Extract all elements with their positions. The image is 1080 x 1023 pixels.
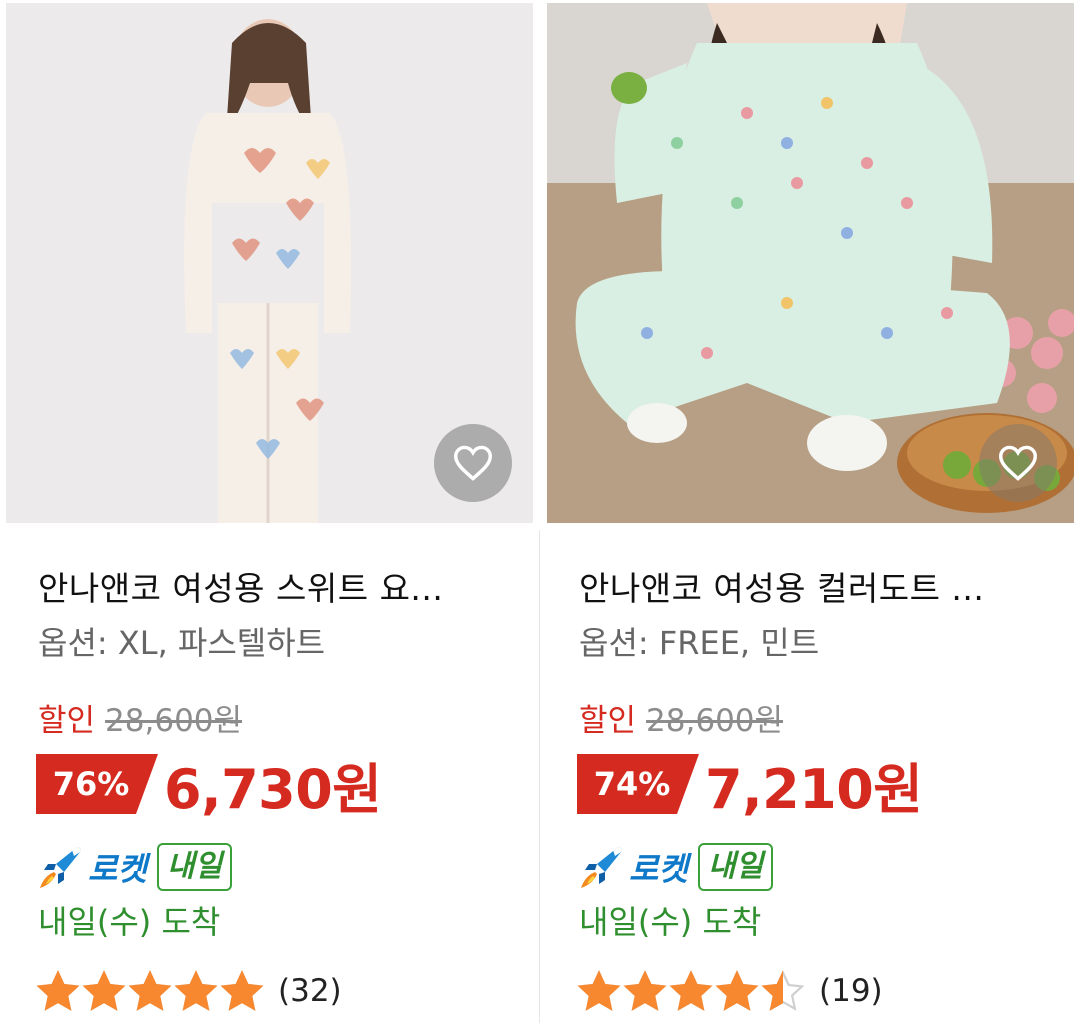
arrival-date: 내일(수) 도착 (579, 903, 762, 941)
discount-percent: 76% (52, 765, 130, 803)
discount-row: 할인 28,600원 (579, 700, 783, 742)
discount-percent: 74% (593, 765, 671, 803)
star-icon (715, 970, 759, 1011)
tomorrow-badge: 내일 (156, 843, 233, 891)
heart-outline-icon (453, 445, 493, 481)
product-title[interactable]: 안나앤코 여성용 컬러도트 ... (579, 567, 1049, 611)
sale-price: 7,210원 (705, 757, 923, 821)
review-count: (32) (278, 973, 342, 1009)
star-rating (577, 970, 807, 1012)
product-card[interactable]: 안나앤코 여성용 스위트 요... 옵션: XL, 파스텔하트 할인 28,600… (6, 0, 534, 1023)
product-option: 옵션: XL, 파스텔하트 (38, 624, 326, 662)
star-icon (761, 970, 805, 1011)
rocket-label: 로켓 (88, 850, 147, 888)
original-price: 28,600원 (105, 703, 243, 739)
sale-price: 6,730원 (164, 757, 382, 821)
discount-label: 할인 (38, 703, 96, 739)
card-divider (539, 530, 540, 1023)
rocket-label: 로켓 (629, 850, 688, 888)
rocket-delivery-row: 로켓 내일 (36, 838, 233, 896)
star-icon (82, 970, 126, 1011)
rating-row: (32) (36, 968, 342, 1014)
product-card[interactable]: 안나앤코 여성용 컬러도트 ... 옵션: FREE, 민트 할인 28,600원… (547, 0, 1075, 1023)
discount-label: 할인 (579, 703, 637, 739)
star-icon (577, 970, 621, 1011)
product-option: 옵션: FREE, 민트 (579, 624, 820, 662)
star-icon (220, 970, 264, 1011)
star-icon (128, 970, 172, 1011)
price-row: 74% 7,210원 (577, 752, 923, 821)
rocket-icon (581, 847, 622, 888)
star-icon (623, 970, 667, 1011)
discount-percent-badge: 74% (577, 754, 699, 814)
heart-outline-icon (998, 445, 1038, 481)
wishlist-button[interactable] (979, 424, 1057, 502)
review-count: (19) (819, 973, 883, 1009)
discount-row: 할인 28,600원 (38, 700, 242, 742)
tomorrow-badge: 내일 (697, 843, 774, 891)
star-icon (669, 970, 713, 1011)
product-grid: 안나앤코 여성용 스위트 요... 옵션: XL, 파스텔하트 할인 28,600… (0, 0, 1080, 1023)
arrival-date: 내일(수) 도착 (38, 903, 221, 941)
price-row: 76% 6,730원 (36, 752, 382, 821)
star-icon (36, 970, 80, 1011)
wishlist-button[interactable] (434, 424, 512, 502)
rocket-delivery-row: 로켓 내일 (577, 838, 774, 896)
original-price: 28,600원 (646, 703, 784, 739)
star-rating (36, 970, 266, 1012)
rocket-icon (40, 847, 81, 888)
star-icon (174, 970, 218, 1011)
discount-percent-badge: 76% (36, 754, 158, 814)
product-title[interactable]: 안나앤코 여성용 스위트 요... (38, 567, 508, 611)
rating-row: (19) (577, 968, 883, 1014)
